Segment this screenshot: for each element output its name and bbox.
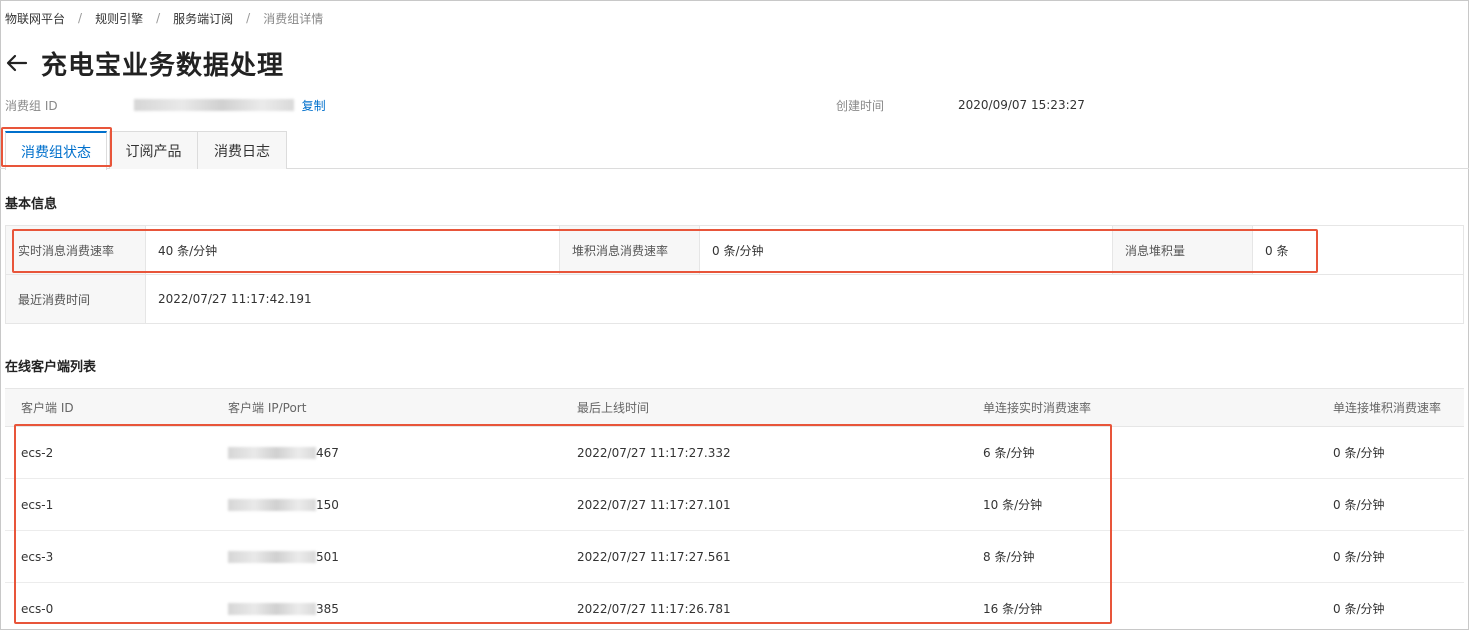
table-row: ecs-1 150 2022/07/27 11:17:27.101 10 条/分… <box>5 478 1464 531</box>
arrow-left-icon[interactable] <box>5 51 29 75</box>
backlog-count-value: 0 条 <box>1252 225 1464 275</box>
backlog-rate-label: 堆积消息消费速率 <box>559 225 700 275</box>
last-online-time: 2022/07/27 11:17:27.332 <box>561 426 967 479</box>
client-ip-port: 150 <box>212 478 561 531</box>
backlog-rate-value: 0 条/分钟 <box>699 225 1113 275</box>
column-client-id: 客户端 ID <box>5 388 212 427</box>
ip-port-suffix: 150 <box>316 497 339 512</box>
ip-redacted <box>228 498 316 511</box>
basic-info-table: 实时消息消费速率 40 条/分钟 堆积消息消费速率 0 条/分钟 消息堆积量 0… <box>5 225 1464 324</box>
basic-info-row: 最近消费时间 2022/07/27 11:17:42.191 <box>5 274 1464 324</box>
backlog-rate: 0 条/分钟 <box>1317 582 1464 630</box>
online-clients-table: 客户端 ID 客户端 IP/Port 最后上线时间 单连接实时消费速率 单连接堆… <box>5 388 1464 630</box>
title-row: 充电宝业务数据处理 <box>5 44 284 82</box>
tab-bar: 消费组状态 订阅产品 消费日志 <box>0 131 1469 170</box>
consumer-group-id-value-redacted <box>133 99 294 111</box>
client-id: ecs-3 <box>5 530 212 583</box>
breadcrumb-item-iot-platform[interactable]: 物联网平台 <box>5 10 65 27</box>
breadcrumb-item-rule-engine[interactable]: 规则引擎 <box>95 10 143 27</box>
column-realtime-rate: 单连接实时消费速率 <box>967 388 1317 427</box>
client-id: ecs-2 <box>5 426 212 479</box>
consumer-group-id-label: 消费组 ID <box>5 98 58 113</box>
backlog-rate: 0 条/分钟 <box>1317 530 1464 583</box>
tab-consumer-logs[interactable]: 消费日志 <box>197 131 287 169</box>
last-online-time: 2022/07/27 11:17:26.781 <box>561 582 967 630</box>
consumer-group-id-row: 消费组 ID 复制 <box>5 97 326 113</box>
copy-button[interactable]: 复制 <box>302 97 326 114</box>
ip-port-suffix: 385 <box>316 601 339 616</box>
realtime-rate: 6 条/分钟 <box>967 426 1317 479</box>
realtime-rate-label: 实时消息消费速率 <box>5 225 146 275</box>
backlog-count-label: 消息堆积量 <box>1112 225 1253 275</box>
last-consume-time-label: 最近消费时间 <box>5 274 146 324</box>
column-backlog-rate: 单连接堆积消费速率 <box>1317 388 1464 427</box>
breadcrumb-separator: / <box>78 11 83 25</box>
breadcrumb-item-server-subscription[interactable]: 服务端订阅 <box>173 10 233 27</box>
last-consume-time-value: 2022/07/27 11:17:42.191 <box>145 274 1464 324</box>
breadcrumb-item-current: 消费组详情 <box>263 11 324 26</box>
realtime-rate-value: 40 条/分钟 <box>145 225 560 275</box>
table-row: ecs-2 467 2022/07/27 11:17:27.332 6 条/分钟… <box>5 426 1464 479</box>
client-ip-port: 501 <box>212 530 561 583</box>
column-client-ip-port: 客户端 IP/Port <box>212 388 561 427</box>
created-time-label: 创建时间 <box>836 98 885 113</box>
realtime-rate: 16 条/分钟 <box>967 582 1317 630</box>
backlog-rate: 0 条/分钟 <box>1317 478 1464 531</box>
ip-port-suffix: 501 <box>316 549 339 564</box>
ip-redacted <box>228 602 316 615</box>
basic-info-title: 基本信息 <box>5 197 58 212</box>
basic-info-row: 实时消息消费速率 40 条/分钟 堆积消息消费速率 0 条/分钟 消息堆积量 0… <box>5 225 1464 275</box>
client-id: ecs-1 <box>5 478 212 531</box>
client-ip-port: 385 <box>212 582 561 630</box>
client-id: ecs-0 <box>5 582 212 630</box>
last-online-time: 2022/07/27 11:17:27.101 <box>561 478 967 531</box>
breadcrumb-separator: / <box>156 11 161 25</box>
breadcrumb: 物联网平台 / 规则引擎 / 服务端订阅 / 消费组详情 <box>5 10 323 26</box>
ip-redacted <box>228 550 316 563</box>
realtime-rate: 8 条/分钟 <box>967 530 1317 583</box>
tab-subscribed-products[interactable]: 订阅产品 <box>109 131 198 169</box>
ip-redacted <box>228 446 316 459</box>
created-time-value: 2020/09/07 15:23:27 <box>958 98 1085 112</box>
table-row: ecs-3 501 2022/07/27 11:17:27.561 8 条/分钟… <box>5 530 1464 583</box>
last-online-time: 2022/07/27 11:17:27.561 <box>561 530 967 583</box>
backlog-rate: 0 条/分钟 <box>1317 426 1464 479</box>
realtime-rate: 10 条/分钟 <box>967 478 1317 531</box>
page-title: 充电宝业务数据处理 <box>41 50 285 81</box>
table-header-row: 客户端 ID 客户端 IP/Port 最后上线时间 单连接实时消费速率 单连接堆… <box>5 388 1464 427</box>
tab-consumer-group-status[interactable]: 消费组状态 <box>5 131 107 170</box>
created-time-row: 创建时间 2020/09/07 15:23:27 <box>836 97 1085 113</box>
ip-port-suffix: 467 <box>316 445 339 460</box>
client-ip-port: 467 <box>212 426 561 479</box>
online-clients-title: 在线客户端列表 <box>5 360 97 375</box>
breadcrumb-separator: / <box>246 11 251 25</box>
column-last-online-time: 最后上线时间 <box>561 388 967 427</box>
table-row: ecs-0 385 2022/07/27 11:17:26.781 16 条/分… <box>5 582 1464 630</box>
